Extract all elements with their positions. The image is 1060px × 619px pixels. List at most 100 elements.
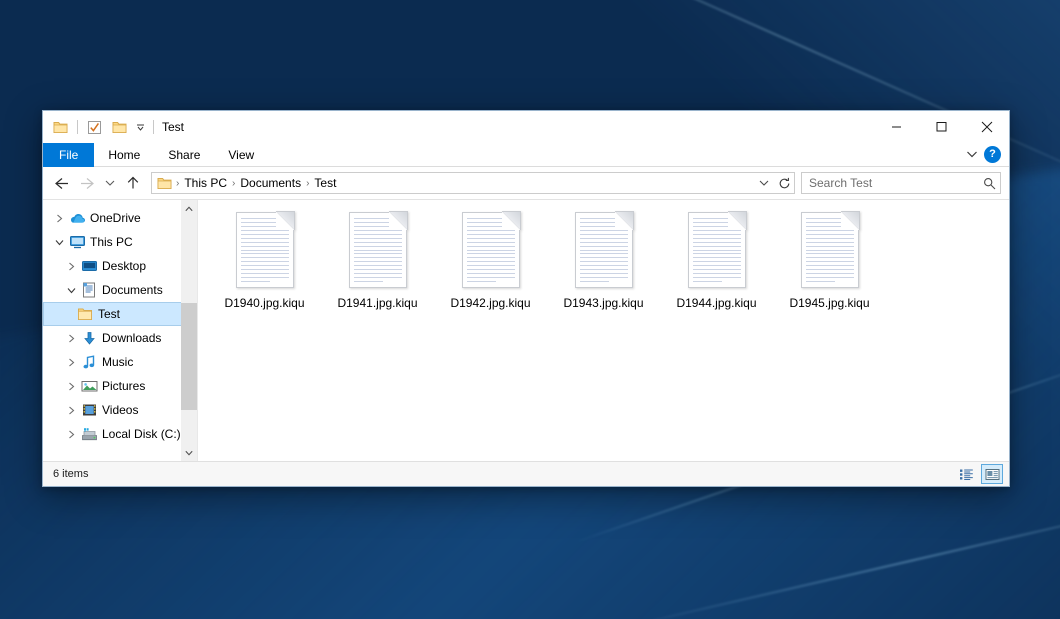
sidebar-item-label: This PC bbox=[87, 235, 133, 249]
large-icons-view-button[interactable] bbox=[981, 464, 1003, 484]
back-button[interactable] bbox=[49, 171, 73, 195]
breadcrumb-dropdown-icon[interactable] bbox=[754, 173, 774, 193]
scrollbar-thumb[interactable] bbox=[181, 303, 197, 410]
folder-icon[interactable] bbox=[109, 117, 130, 138]
sidebar-item-videos[interactable]: Videos bbox=[43, 398, 197, 422]
file-explorer-window: Test File Home Share View ? bbox=[42, 110, 1010, 487]
file-item[interactable]: D1940.jpg.kiqu bbox=[208, 208, 321, 326]
sidebar-item-documents[interactable]: Documents bbox=[43, 278, 197, 302]
file-name: D1940.jpg.kiqu bbox=[224, 296, 304, 311]
sidebar-item-pictures[interactable]: Pictures bbox=[43, 374, 197, 398]
sidebar-item-label: Test bbox=[95, 307, 120, 321]
sidebar-item-local-disk-c[interactable]: Local Disk (C:) bbox=[43, 422, 197, 446]
folder-icon[interactable] bbox=[50, 117, 71, 138]
sidebar-item-test[interactable]: Test bbox=[43, 302, 197, 326]
ribbon-tab-bar: File Home Share View ? bbox=[43, 143, 1009, 167]
sidebar-item-label: Desktop bbox=[99, 259, 146, 273]
file-name: D1945.jpg.kiqu bbox=[789, 296, 869, 311]
close-button[interactable] bbox=[964, 111, 1009, 142]
folder-tree: OneDrive This PC bbox=[43, 200, 197, 446]
file-item[interactable]: D1943.jpg.kiqu bbox=[547, 208, 660, 326]
tab-view[interactable]: View bbox=[214, 143, 268, 167]
window-title: Test bbox=[162, 120, 184, 134]
toolbar-separator bbox=[77, 120, 78, 134]
wallpaper-light-ray bbox=[608, 490, 1060, 619]
chevron-right-icon[interactable] bbox=[63, 406, 79, 415]
navigation-scrollbar[interactable] bbox=[181, 200, 197, 461]
scroll-up-arrow-icon[interactable] bbox=[181, 200, 197, 217]
toolbar-separator bbox=[153, 120, 154, 134]
status-bar: 6 items bbox=[43, 461, 1009, 486]
ribbon-right-controls: ? bbox=[966, 143, 1009, 166]
maximize-button[interactable] bbox=[919, 111, 964, 142]
chevron-right-icon[interactable] bbox=[63, 358, 79, 367]
chevron-right-icon[interactable] bbox=[63, 430, 79, 439]
expand-ribbon-icon[interactable] bbox=[966, 150, 978, 159]
videos-icon bbox=[79, 403, 99, 417]
sidebar-item-onedrive[interactable]: OneDrive bbox=[43, 206, 197, 230]
file-item[interactable]: D1945.jpg.kiqu bbox=[773, 208, 886, 326]
file-item[interactable]: D1942.jpg.kiqu bbox=[434, 208, 547, 326]
tab-home[interactable]: Home bbox=[94, 143, 154, 167]
refresh-icon[interactable] bbox=[774, 173, 794, 193]
generic-document-icon bbox=[349, 212, 407, 288]
chevron-right-icon[interactable] bbox=[63, 334, 79, 343]
breadcrumb[interactable]: › This PC › Documents › Test bbox=[151, 172, 795, 194]
file-grid: D1940.jpg.kiqu D1941.jpg.kiqu bbox=[198, 200, 1009, 326]
sidebar-item-downloads[interactable]: Downloads bbox=[43, 326, 197, 350]
chevron-down-icon[interactable] bbox=[51, 239, 67, 246]
chevron-right-icon[interactable] bbox=[63, 262, 79, 271]
tab-file[interactable]: File bbox=[43, 143, 94, 167]
file-item[interactable]: D1944.jpg.kiqu bbox=[660, 208, 773, 326]
checkbox-checked-icon[interactable] bbox=[84, 117, 105, 138]
sidebar-item-label: Videos bbox=[99, 403, 138, 417]
scrollbar-track[interactable] bbox=[181, 217, 197, 444]
folder-icon bbox=[75, 307, 95, 321]
sidebar-item-music[interactable]: Music bbox=[43, 350, 197, 374]
breadcrumb-item-documents[interactable]: Documents bbox=[236, 176, 305, 190]
file-name: D1942.jpg.kiqu bbox=[450, 296, 530, 311]
folder-icon bbox=[155, 175, 174, 191]
file-list-pane[interactable]: D1940.jpg.kiqu D1941.jpg.kiqu bbox=[198, 200, 1009, 461]
item-count-label: 6 items bbox=[53, 468, 88, 480]
drive-icon bbox=[79, 427, 99, 441]
sidebar-item-label: OneDrive bbox=[87, 211, 141, 225]
title-bar[interactable]: Test bbox=[43, 111, 1009, 143]
generic-document-icon bbox=[801, 212, 859, 288]
tab-share[interactable]: Share bbox=[154, 143, 214, 167]
navigation-pane: OneDrive This PC bbox=[43, 200, 198, 461]
chevron-right-icon[interactable] bbox=[51, 214, 67, 223]
forward-button[interactable] bbox=[75, 171, 99, 195]
search-icon[interactable] bbox=[983, 177, 996, 190]
sidebar-item-label: Downloads bbox=[99, 331, 161, 345]
generic-document-icon bbox=[688, 212, 746, 288]
generic-document-icon bbox=[575, 212, 633, 288]
breadcrumb-item-test[interactable]: Test bbox=[310, 176, 340, 190]
scroll-down-arrow-icon[interactable] bbox=[181, 444, 197, 461]
sidebar-item-this-pc[interactable]: This PC bbox=[43, 230, 197, 254]
generic-document-icon bbox=[236, 212, 294, 288]
chevron-right-icon[interactable] bbox=[63, 382, 79, 391]
file-item[interactable]: D1941.jpg.kiqu bbox=[321, 208, 434, 326]
sidebar-item-label: Local Disk (C:) bbox=[99, 427, 181, 441]
minimize-button[interactable] bbox=[874, 111, 919, 142]
window-body: OneDrive This PC bbox=[43, 199, 1009, 461]
file-name: D1944.jpg.kiqu bbox=[676, 296, 756, 311]
generic-document-icon bbox=[462, 212, 520, 288]
sidebar-item-desktop[interactable]: Desktop bbox=[43, 254, 197, 278]
search-placeholder: Search Test bbox=[809, 176, 983, 190]
help-icon[interactable]: ? bbox=[984, 146, 1001, 163]
pictures-icon bbox=[79, 379, 99, 393]
window-controls bbox=[874, 111, 1009, 143]
breadcrumb-item-this-pc[interactable]: This PC bbox=[180, 176, 231, 190]
cloud-icon bbox=[67, 212, 87, 225]
quick-access-toolbar: Test bbox=[43, 111, 184, 143]
sidebar-item-label: Pictures bbox=[99, 379, 145, 393]
up-button[interactable] bbox=[121, 171, 145, 195]
recent-locations-button[interactable] bbox=[101, 171, 119, 195]
quick-access-dropdown-icon[interactable] bbox=[134, 117, 147, 138]
details-view-button[interactable] bbox=[955, 464, 977, 484]
chevron-down-icon[interactable] bbox=[63, 287, 79, 294]
search-input[interactable]: Search Test bbox=[801, 172, 1001, 194]
file-name: D1941.jpg.kiqu bbox=[337, 296, 417, 311]
